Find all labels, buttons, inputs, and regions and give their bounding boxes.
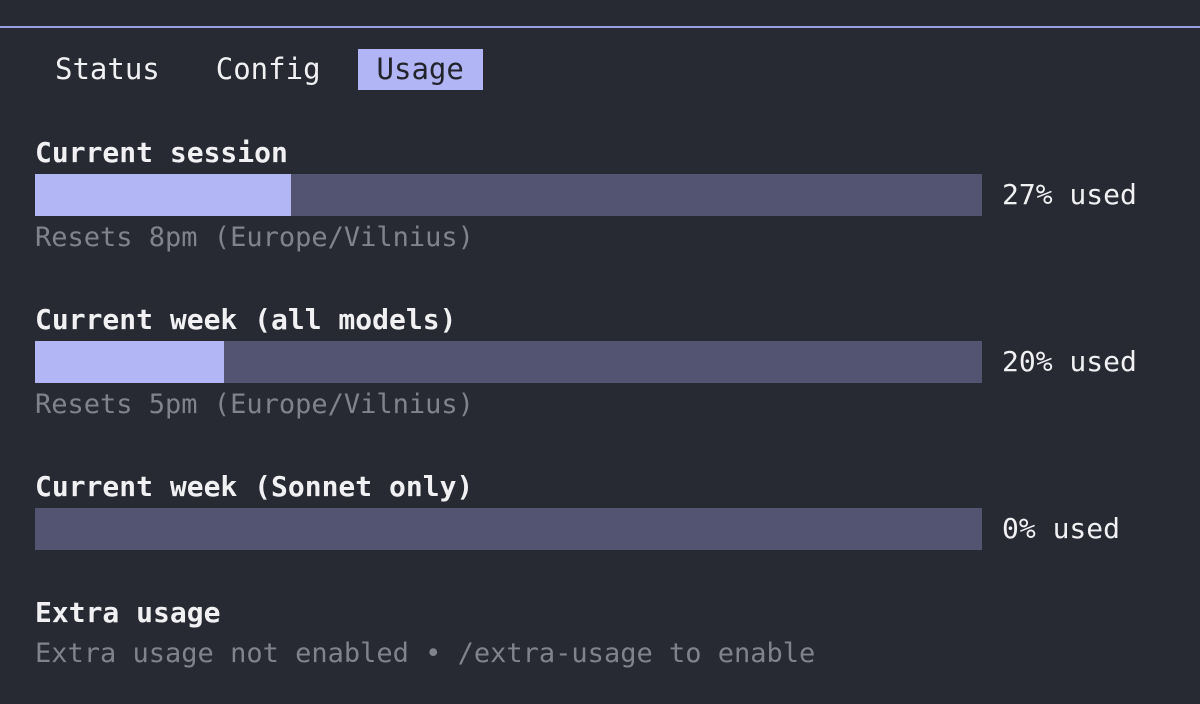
tab-bar: Status Config Usage xyxy=(36,49,501,90)
usage-progress-bar xyxy=(35,508,982,550)
usage-bar-row: 20% used xyxy=(35,341,1175,383)
usage-progress-fill xyxy=(35,341,225,383)
usage-percent-label: 27% used xyxy=(1002,178,1137,211)
extra-usage-hint: Extra usage not enabled • /extra-usage t… xyxy=(35,638,816,669)
section-title: Extra usage xyxy=(35,596,221,629)
usage-percent-label: 0% used xyxy=(1002,512,1121,545)
usage-progress-fill xyxy=(35,174,291,216)
usage-current-session: Current session 27% used Resets 8pm (Eur… xyxy=(35,133,1175,257)
section-title: Current session xyxy=(35,136,288,169)
usage-progress-bar xyxy=(35,174,982,216)
tab-usage[interactable]: Usage xyxy=(357,49,483,90)
reset-time: Resets 8pm (Europe/Vilnius) xyxy=(35,222,474,253)
usage-current-week-all-models: Current week (all models) 20% used Reset… xyxy=(35,300,1175,424)
reset-time: Resets 5pm (Europe/Vilnius) xyxy=(35,389,474,420)
usage-bar-row: 27% used xyxy=(35,174,1175,216)
tab-status[interactable]: Status xyxy=(36,49,179,90)
section-title: Current week (all models) xyxy=(35,303,457,336)
tab-config[interactable]: Config xyxy=(197,49,340,90)
usage-current-week-sonnet-only: Current week (Sonnet only) 0% used xyxy=(35,467,1175,550)
usage-bar-row: 0% used xyxy=(35,508,1175,550)
usage-percent-label: 20% used xyxy=(1002,345,1137,378)
section-title: Current week (Sonnet only) xyxy=(35,470,474,503)
usage-progress-bar xyxy=(35,341,982,383)
top-divider xyxy=(0,26,1200,28)
extra-usage-section: Extra usage Extra usage not enabled • /e… xyxy=(35,593,1175,673)
